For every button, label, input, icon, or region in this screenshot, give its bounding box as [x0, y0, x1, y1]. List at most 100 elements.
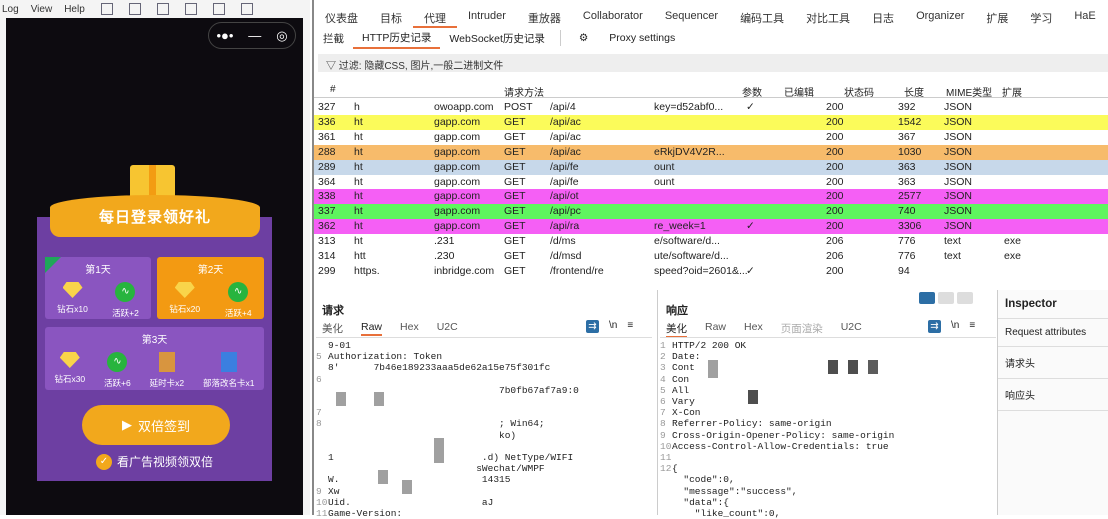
table-row[interactable]: 288 ht gapp.com GET/api/ac eRkjDV4V2R... 200 1…	[314, 144, 1108, 160]
wrap-icon[interactable]: ⇉	[586, 320, 599, 333]
tab-hex[interactable]: Hex	[400, 321, 419, 336]
toolbar-icon[interactable]	[156, 3, 169, 15]
col-length[interactable]: 长度	[904, 84, 924, 99]
folder-icon[interactable]	[184, 3, 197, 15]
table-row[interactable]: 289 ht gapp.com GET/api/fe ount 200 363 JSON	[314, 159, 1108, 175]
main-tab[interactable]: 仪表盘	[314, 8, 369, 28]
cell-mime: JSON	[944, 160, 973, 173]
filter-icon: ▽	[326, 61, 339, 72]
main-tab[interactable]: Organizer	[905, 8, 975, 28]
proxy-settings-button[interactable]: ⚙ Proxy settings	[559, 30, 693, 46]
main-tab[interactable]: 学习	[1019, 8, 1063, 28]
cell-mime: JSON	[944, 115, 973, 128]
col-id[interactable]: #	[330, 84, 336, 95]
menu-icon[interactable]: ≡	[627, 320, 633, 333]
main-tab[interactable]: 日志	[861, 8, 905, 28]
tab-intercept[interactable]: 拦截	[314, 29, 353, 48]
table-row[interactable]: 338 ht gapp.com GET/api/ot 200 2577 JSON	[314, 189, 1108, 205]
request-panel: 请求 美化 Raw Hex U2C ⇉ \n ≡ 9-01 5 Authorizatio…	[314, 290, 654, 519]
main-tab[interactable]: HaE	[1063, 8, 1106, 28]
more-icon[interactable]: •●•	[216, 28, 233, 43]
activity-icon: ∿	[107, 352, 128, 372]
col-params[interactable]: 参数	[742, 84, 762, 99]
save-icon[interactable]	[212, 3, 225, 15]
main-tab[interactable]: Collaborator	[572, 8, 654, 28]
main-tab[interactable]: 对比工具	[795, 8, 861, 28]
clipboard-icon[interactable]	[240, 3, 253, 15]
line-text: 9-01	[328, 340, 351, 351]
col-method[interactable]: 请求方法	[504, 84, 544, 99]
cell-method: GET	[504, 264, 526, 277]
toolbar-icon[interactable]	[100, 3, 113, 15]
code-line: "like_count":0,	[660, 508, 996, 519]
main-tab[interactable]: 编码工具	[729, 8, 795, 28]
day-2-card[interactable]: 第2天 钻石x20 ∿ 活跃+4	[157, 257, 264, 319]
tab-hex[interactable]: Hex	[744, 321, 763, 338]
cell-url2: ute/software/d...	[654, 250, 729, 262]
filter-bar[interactable]: ▽ 过滤: 隐藏CSS, 图片,一般二进制文件	[318, 54, 1108, 72]
newline-icon[interactable]: \n	[609, 320, 617, 333]
table-row[interactable]: 299 https. inbridge.com GET/frontend/re spee…	[314, 263, 1108, 279]
table-row[interactable]: 337 ht gapp.com GET/api/pc 200 740 JSON	[314, 204, 1108, 220]
tab-u2c[interactable]: U2C	[841, 321, 862, 338]
day-3-card[interactable]: 第3天 钻石x30 ∿ 活跃+6 延时卡x2 部落改名卡x1	[45, 327, 264, 390]
cell-params: ✓	[746, 264, 755, 277]
table-row[interactable]: 314 htt .230 GET/d/msd ute/software/d... 206 7…	[314, 249, 1108, 264]
col-status[interactable]: 状态码	[844, 84, 874, 99]
main-tab[interactable]: Sequencer	[654, 8, 729, 28]
diamond-icon	[62, 282, 83, 298]
redaction	[748, 390, 758, 404]
inspector-response-headers[interactable]: 响应头	[998, 379, 1108, 411]
tab-raw[interactable]: Raw	[705, 321, 726, 338]
table-row[interactable]: 336 ht gapp.com GET/api/ac 200 1542 JSON	[314, 114, 1108, 130]
main-tab[interactable]: Intruder	[457, 8, 517, 28]
newline-icon[interactable]: \n	[951, 320, 959, 333]
col-ext[interactable]: 扩展	[1002, 84, 1022, 99]
close-icon[interactable]: ◎	[276, 28, 287, 44]
cell-host2: gapp.com	[434, 190, 481, 203]
wrap-icon[interactable]: ⇉	[928, 320, 941, 333]
day-1-card[interactable]: 第1天 钻石x10 ∿ 活跃+2	[45, 257, 151, 319]
tab-u2c[interactable]: U2C	[437, 321, 458, 336]
split-view-icon[interactable]	[919, 292, 935, 304]
menu-log[interactable]: Log	[2, 4, 19, 15]
main-tab[interactable]: 重放器	[517, 8, 572, 28]
code-line: 1 .d) NetType/WIFI	[316, 452, 652, 463]
redaction	[378, 470, 388, 484]
menu-view[interactable]: View	[31, 4, 53, 15]
menu-icon[interactable]: ≡	[969, 320, 975, 333]
minimize-icon[interactable]: —	[248, 28, 261, 43]
toolbar-icon[interactable]	[128, 3, 141, 15]
tab-pretty[interactable]: 美化	[666, 321, 687, 338]
tab-websocket-history[interactable]: WebSocket历史记录	[440, 29, 554, 48]
table-row[interactable]: 313 ht .231 GET/d/ms e/software/d... 206 776 te…	[314, 234, 1108, 250]
col-edited[interactable]: 已编辑	[784, 84, 814, 99]
main-tab[interactable]: 扩展	[975, 8, 1019, 28]
cell-host2: .231	[434, 235, 455, 248]
inspector-request-attributes[interactable]: Request attributes	[998, 319, 1108, 347]
cell-method: POST	[504, 101, 533, 113]
double-signin-button[interactable]: ▶ 双倍签到	[82, 405, 230, 445]
cell-params: ✓	[746, 220, 755, 233]
tab-raw[interactable]: Raw	[361, 321, 383, 336]
single-view-icon[interactable]	[957, 292, 973, 304]
check-icon[interactable]: ✓	[96, 453, 112, 470]
request-editor[interactable]: 9-01 5 Authorization: Token 8' 7b46e189233a…	[316, 337, 652, 519]
tab-pretty[interactable]: 美化	[322, 321, 343, 336]
table-row[interactable]: 327 h owoapp.com POST/api/4 key=d52abf0... ✓ 2…	[314, 100, 1108, 115]
watch-ad-option[interactable]: ✓ 看广告视频领双倍	[96, 453, 213, 470]
col-mime[interactable]: MIME类型	[946, 84, 992, 99]
horizontal-view-icon[interactable]	[938, 292, 954, 304]
cell-ext: exe	[1004, 250, 1021, 262]
inspector-request-headers[interactable]: 请求头	[998, 347, 1108, 379]
cell-method: GET	[504, 250, 526, 262]
table-row[interactable]: 361 ht gapp.com GET/api/ac 200 367 JSON	[314, 129, 1108, 145]
main-tab[interactable]: 代理	[413, 8, 457, 28]
tab-http-history[interactable]: HTTP历史记录	[353, 28, 441, 49]
table-row[interactable]: 364 ht gapp.com GET/api/fe ount 200 363 JSON	[314, 174, 1108, 190]
menu-help[interactable]: Help	[64, 4, 85, 15]
main-tab[interactable]: 目标	[369, 8, 413, 28]
tab-render[interactable]: 页面渲染	[781, 321, 823, 338]
table-row[interactable]: 362 ht gapp.com GET/api/ra re_week=1 ✓ 200 3306…	[314, 219, 1108, 235]
